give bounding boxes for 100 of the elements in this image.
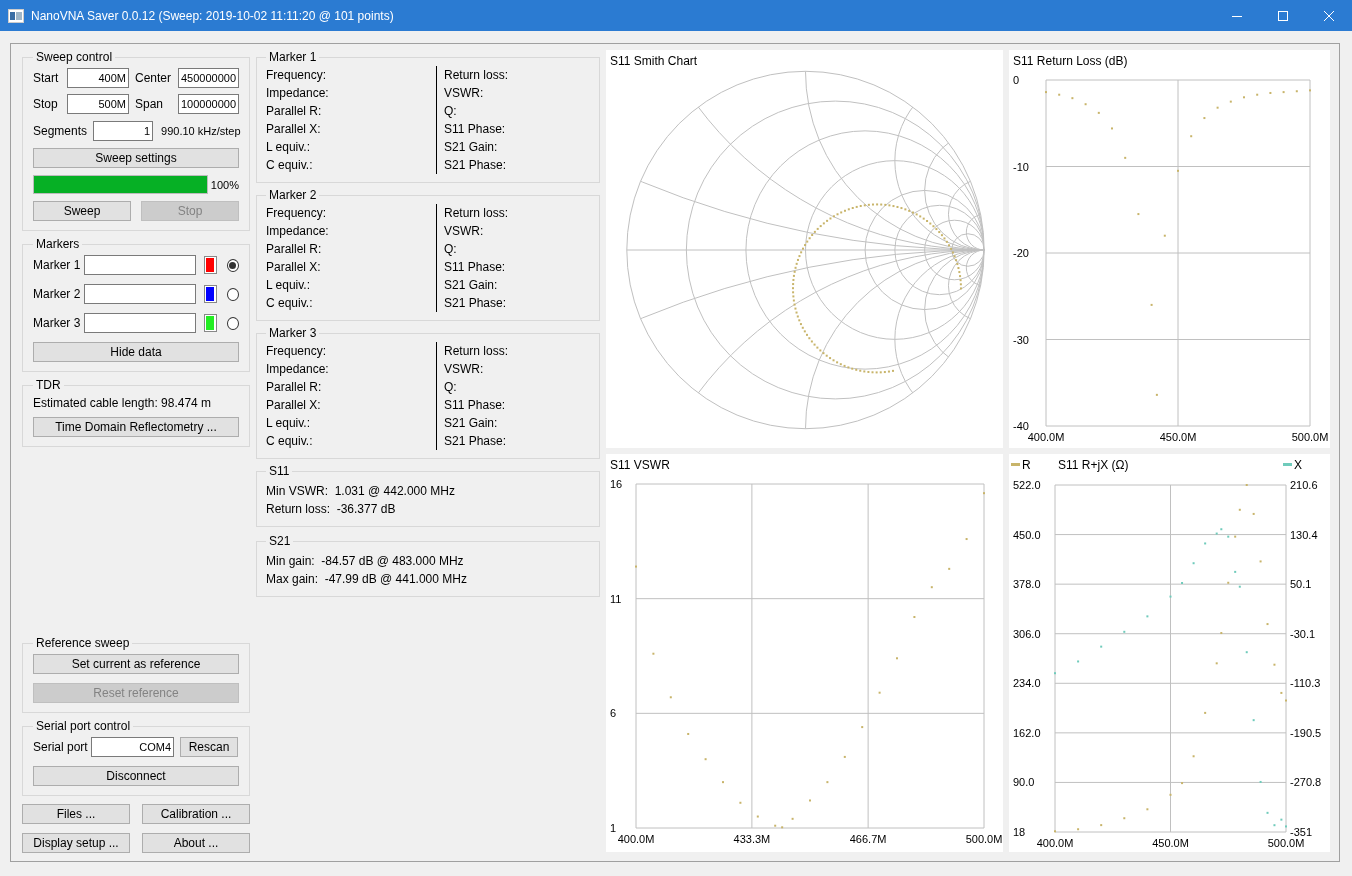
data-point	[1181, 782, 1184, 785]
data-point	[1146, 615, 1149, 618]
group-title: Marker 2	[268, 188, 318, 202]
close-icon	[1324, 10, 1334, 21]
data-point	[1259, 560, 1262, 563]
disconnect-button[interactable]: Disconnect	[33, 766, 239, 786]
data-point	[861, 726, 864, 729]
data-point	[826, 781, 829, 784]
readout-label: VSWR:	[444, 85, 485, 102]
axis-tick-label: 16	[610, 478, 623, 490]
readout-label: Frequency:	[266, 343, 328, 360]
step-label: 990.10 kHz/step	[161, 125, 241, 137]
data-point	[1259, 780, 1262, 783]
data-point	[1215, 662, 1218, 665]
readout-label: S21 Phase:	[444, 433, 508, 450]
data-point	[1220, 528, 1223, 531]
data-point	[756, 815, 759, 818]
hide-data-button[interactable]: Hide data	[33, 342, 239, 362]
axis-tick-label: 162.0	[1013, 726, 1041, 739]
readout-label: Impedance:	[266, 361, 330, 378]
readout-label: S11 Phase:	[444, 397, 507, 414]
window-title: NanoVNA Saver 0.0.12 (Sweep: 2019-10-02 11:11:20 @ 101 points)	[31, 8, 395, 23]
input-field[interactable]: 100000000	[178, 94, 239, 114]
data-point	[1234, 570, 1237, 573]
axis-tick-label: 450.0M	[1159, 431, 1197, 443]
data-point	[1245, 651, 1248, 654]
chart-title: S11 Smith Chart	[610, 54, 698, 68]
summary-text: Min gain: -84.57 dB @ 483.000 MHz	[266, 553, 465, 570]
menu-button[interactable]: Files ...	[22, 804, 130, 824]
sweep-settings-button[interactable]: Sweep settings	[33, 148, 239, 168]
data-point	[1256, 93, 1259, 96]
axis-tick-label: -270.8	[1290, 776, 1322, 789]
data-point	[1100, 824, 1103, 827]
chart-title: S11 R+jX (Ω)	[1058, 458, 1129, 472]
group-title: Sweep control	[35, 50, 114, 64]
input-field[interactable]: 450000000	[178, 68, 239, 88]
marker-label: Marker 2	[33, 287, 78, 301]
data-point	[1077, 828, 1080, 831]
data-point	[1252, 719, 1255, 722]
data-point	[1273, 824, 1276, 827]
axis-tick-label: 210.6	[1290, 479, 1318, 491]
data-point	[930, 586, 933, 589]
menu-button[interactable]: Display setup ...	[22, 833, 130, 853]
data-point	[791, 817, 794, 820]
data-point	[1169, 793, 1172, 796]
set-reference-button[interactable]: Set current as reference	[33, 654, 239, 674]
group-title: Reference sweep	[35, 636, 131, 650]
axis-tick-label: -110.3	[1290, 677, 1321, 690]
rescan-button[interactable]: Rescan	[180, 737, 238, 757]
group-title: S21	[268, 534, 292, 548]
axis-tick-label: 378.0	[1013, 578, 1041, 591]
axis-tick-label: -20	[1013, 247, 1029, 259]
summary-text: Min VSWR: 1.031 @ 442.000 MHz	[266, 483, 456, 500]
group-title: S11	[268, 464, 291, 478]
input-field[interactable]: 1	[93, 121, 154, 141]
menu-button[interactable]: About ...	[142, 833, 250, 853]
axis-tick-label: 450.0	[1013, 528, 1041, 541]
data-point	[1163, 234, 1166, 237]
data-point	[774, 824, 777, 827]
field-label: Segments	[33, 124, 88, 138]
input-field[interactable]: 500M	[67, 94, 129, 114]
data-point	[1097, 111, 1100, 114]
sweep-button[interactable]: Sweep	[33, 201, 131, 221]
readout-label: S11 Phase:	[444, 259, 507, 276]
group-title: Markers	[35, 237, 81, 251]
axis-tick-label: -190.5	[1290, 726, 1322, 739]
marker-frequency-field[interactable]	[84, 255, 196, 275]
marker-frequency-field[interactable]	[84, 284, 196, 304]
data-point	[1155, 393, 1158, 396]
field-label: Stop	[33, 97, 59, 111]
data-point	[1266, 811, 1269, 814]
data-point	[1220, 632, 1223, 635]
marker-radio[interactable]	[226, 287, 239, 301]
data-point	[1137, 213, 1140, 216]
serial-port-field[interactable]: COM4	[91, 737, 174, 757]
axis-tick-label: 6	[610, 707, 617, 720]
legend-label: R	[1022, 458, 1031, 472]
data-point	[1266, 623, 1269, 626]
input-field[interactable]: 400M	[67, 68, 129, 88]
axis-tick-label: 500.0M	[965, 833, 1003, 845]
chart-title: S11 Return Loss (dB)	[1013, 54, 1128, 68]
axis-tick-label: 50.1	[1290, 578, 1312, 591]
tdr-button[interactable]: Time Domain Reflectometry ...	[33, 417, 239, 437]
menu-button[interactable]: Calibration ...	[142, 804, 250, 824]
field-label: Center	[135, 71, 172, 85]
readout-label: Parallel X:	[266, 397, 322, 414]
data-point	[1077, 660, 1080, 663]
marker-label: Marker 1	[33, 258, 78, 272]
readout-label: L equiv.:	[266, 415, 312, 432]
marker-frequency-field[interactable]	[84, 313, 196, 333]
axis-tick-label: 433.3M	[733, 833, 771, 845]
axis-tick-label: 400.0M	[617, 833, 655, 845]
data-point	[1190, 135, 1193, 138]
readout-label: S21 Gain:	[444, 277, 499, 294]
chart-title: S11 VSWR	[610, 458, 670, 472]
marker-radio[interactable]	[226, 316, 239, 330]
axis-tick-label: 18	[1013, 826, 1026, 838]
readout-label: S21 Phase:	[444, 295, 508, 312]
data-point	[1234, 535, 1237, 538]
data-point	[1146, 808, 1149, 811]
